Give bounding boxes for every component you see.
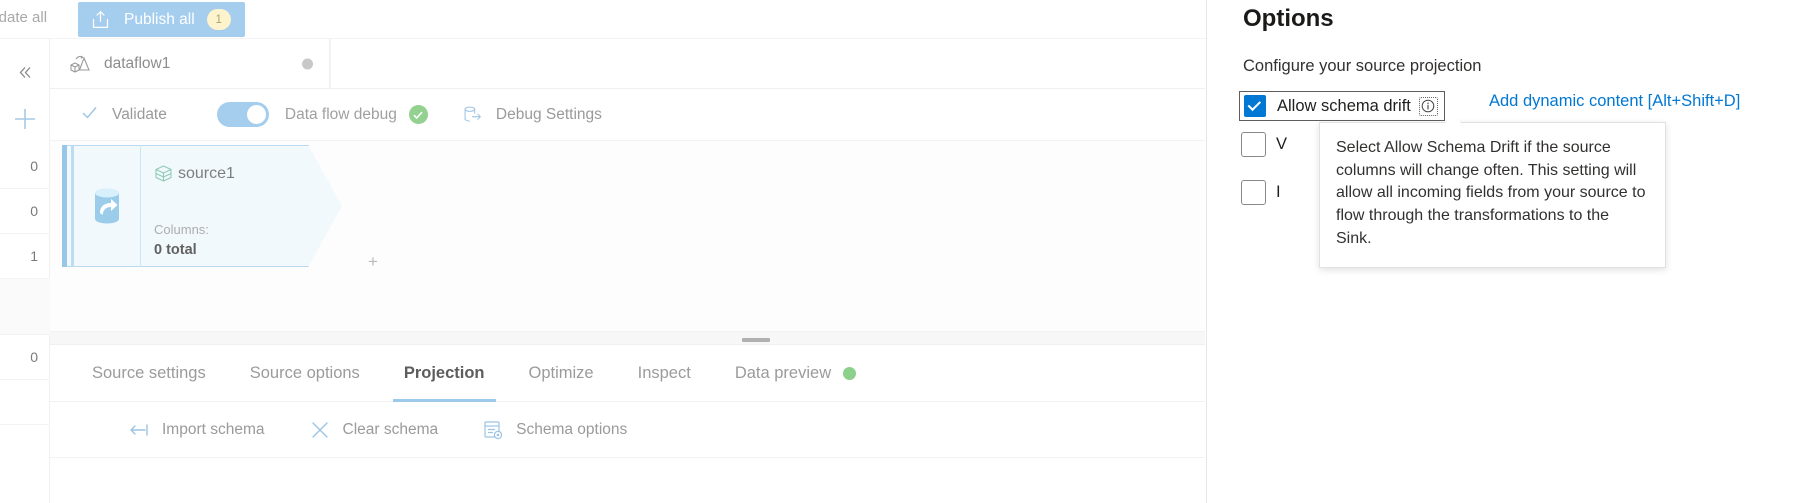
dataflow-icon (70, 55, 90, 73)
chevron-double-left-icon (19, 66, 30, 78)
tab-data-preview[interactable]: Data preview (721, 345, 870, 402)
rail-count-item[interactable]: 0 (0, 335, 50, 380)
blob-storage-icon (95, 188, 119, 224)
node-columns-value: 0 total (154, 242, 197, 258)
option-checkbox-row-3[interactable]: I (1241, 180, 1281, 205)
tab-source-settings[interactable]: Source settings (78, 345, 220, 402)
allow-schema-drift-label: Allow schema drift (1277, 96, 1411, 115)
tab-optimize[interactable]: Optimize (515, 345, 608, 402)
debug-settings-button[interactable]: Debug Settings (462, 104, 602, 125)
node-accent-bar-primary (62, 145, 67, 267)
tab-strip-empty-area (330, 39, 1205, 88)
upload-icon (92, 11, 109, 28)
add-transformation-button[interactable]: + (368, 253, 378, 270)
schema-options-button[interactable]: Schema options (482, 419, 627, 441)
rail-count-list: 0 0 1 0 (0, 144, 50, 425)
tab-dataflow1[interactable]: dataflow1 (50, 39, 330, 88)
checkmark-icon (1247, 97, 1262, 111)
allow-schema-drift-tooltip: Select Allow Schema Drift if the source … (1319, 114, 1666, 268)
collapse-panel-button[interactable] (0, 58, 50, 86)
option-checkbox-3[interactable] (1241, 180, 1266, 205)
data-flow-debug-toggle[interactable] (216, 102, 269, 127)
tab-source-settings-label: Source settings (92, 363, 206, 382)
node-icon-column (74, 145, 141, 267)
panel-splitter[interactable] (50, 331, 1205, 345)
tab-source-options[interactable]: Source options (236, 345, 374, 402)
validate-all-button[interactable]: lidate all (0, 9, 47, 26)
options-panel-subtitle: Configure your source projection (1243, 57, 1482, 75)
left-rail: 0 0 1 0 (0, 0, 50, 503)
splitter-grip (742, 338, 770, 342)
publish-all-count-badge: 1 (206, 9, 231, 30)
rail-count-item[interactable]: 0 (0, 144, 50, 189)
add-dynamic-content-link[interactable]: Add dynamic content [Alt+Shift+D] (1489, 92, 1740, 111)
option-checkbox-3-label: I (1276, 183, 1281, 201)
canvas-node-source1[interactable]: source1 Columns: 0 total (62, 145, 342, 267)
options-panel-title: Options (1243, 5, 1334, 32)
node-title-row: source1 (154, 164, 235, 183)
panel-tab-list: Source settings Source options Projectio… (50, 345, 1205, 402)
option-checkbox-2[interactable] (1241, 132, 1266, 157)
debug-settings-label: Debug Settings (495, 105, 602, 123)
tab-optimize-label: Optimize (528, 363, 594, 382)
info-circle-icon[interactable] (1418, 96, 1438, 116)
rail-count-item[interactable]: 1 (0, 234, 50, 279)
tab-inspect-label: Inspect (637, 363, 691, 382)
plus-icon (15, 109, 35, 129)
tooltip-text: Select Allow Schema Drift if the source … (1336, 139, 1646, 247)
allow-schema-drift-row[interactable]: Allow schema drift (1239, 91, 1445, 121)
allow-schema-drift-checkbox[interactable] (1244, 95, 1266, 117)
dataflow-canvas[interactable]: source1 Columns: 0 total + (50, 141, 1205, 331)
import-schema-label: Import schema (162, 420, 265, 438)
tab-projection[interactable]: Projection (390, 345, 499, 402)
debug-toolbar: Validate Data flow debug Debug Settings (50, 89, 1205, 141)
schema-options-label: Schema options (516, 420, 628, 438)
rail-count-item-selected[interactable] (0, 279, 50, 335)
tab-projection-label: Projection (403, 363, 485, 382)
app-root: 0 0 1 0 lidate all Publish all 1 (0, 0, 1794, 503)
schema-settings-icon (484, 420, 503, 439)
tooltip-arrow (1445, 114, 1461, 123)
node-columns-label: Columns: (154, 222, 209, 237)
publish-all-button[interactable]: Publish all 1 (78, 2, 245, 37)
option-checkbox-row-2[interactable]: V (1241, 132, 1287, 157)
publish-all-label: Publish all (124, 10, 195, 28)
rail-count-item[interactable] (0, 380, 50, 425)
tab-dataflow1-label: dataflow1 (104, 54, 171, 72)
tab-data-preview-label: Data preview (734, 363, 832, 382)
node-title-label: source1 (178, 164, 235, 182)
toggle-knob (246, 105, 266, 124)
rail-count-item[interactable]: 0 (0, 189, 50, 234)
tab-inspect[interactable]: Inspect (624, 345, 705, 402)
checkmark-icon (80, 103, 99, 126)
import-arrow-icon (130, 423, 148, 436)
database-arrow-icon (464, 106, 481, 122)
bottom-panel: Source settings Source options Projectio… (50, 345, 1205, 503)
add-resource-button[interactable] (0, 104, 50, 134)
validate-label: Validate (112, 105, 167, 123)
success-check-icon (408, 105, 428, 124)
clear-schema-label: Clear schema (342, 420, 439, 438)
import-schema-button[interactable]: Import schema (128, 419, 265, 441)
data-preview-status-dot (843, 366, 857, 380)
dataflow-tab-strip: dataflow1 (50, 39, 1205, 89)
tab-source-options-label: Source options (249, 363, 360, 382)
validate-button[interactable]: Validate (80, 103, 167, 126)
close-x-icon (311, 421, 328, 438)
schema-action-bar: Import schema Clear schema Schema option… (50, 402, 1205, 458)
option-checkbox-2-label: V (1276, 135, 1288, 153)
clear-schema-button[interactable]: Clear schema (309, 419, 439, 441)
data-flow-debug-label: Data flow debug (284, 105, 397, 123)
source-stack-icon (155, 165, 172, 182)
tab-status-dot (302, 58, 313, 69)
options-panel: Options Configure your source projection… (1206, 0, 1794, 503)
